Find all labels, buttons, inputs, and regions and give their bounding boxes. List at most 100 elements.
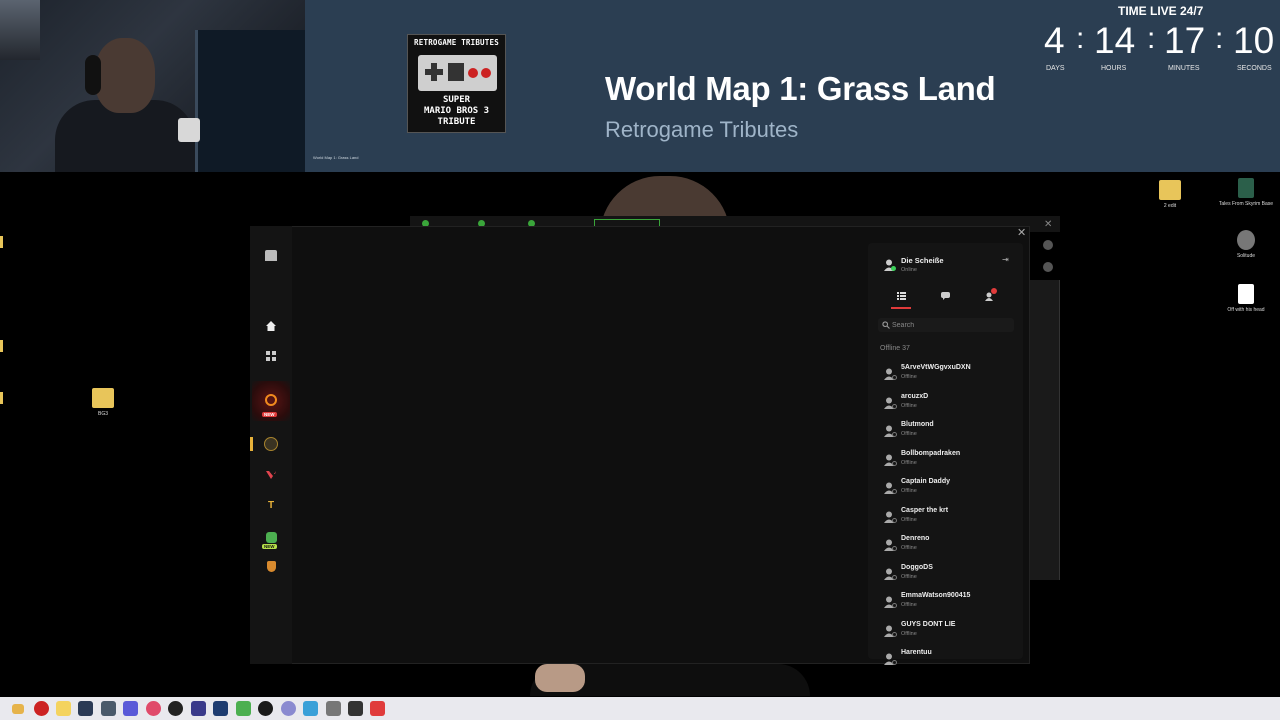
timer-days: 4 bbox=[1044, 20, 1065, 61]
collapse-panel-icon[interactable]: ⇥ bbox=[1002, 255, 1009, 264]
friend-status: Offline bbox=[901, 516, 917, 523]
friend-name: arcuzxD bbox=[901, 392, 929, 400]
folder-icon bbox=[92, 388, 114, 408]
background-close-icon[interactable]: ✕ bbox=[1044, 219, 1052, 230]
app-icon[interactable] bbox=[78, 701, 93, 716]
desktop-icon-partial[interactable] bbox=[0, 236, 3, 248]
settings-icon[interactable] bbox=[326, 701, 341, 716]
tab-friends-list[interactable] bbox=[894, 289, 908, 303]
desktop-icon-off-with-his-head[interactable]: Off with his head bbox=[1218, 284, 1274, 313]
app-icon[interactable] bbox=[34, 701, 49, 716]
webcam-feed bbox=[0, 0, 305, 172]
friend-name: GUYS DONT LIE bbox=[901, 620, 956, 628]
friends-search-box[interactable] bbox=[878, 318, 1014, 332]
friend-status: Offline bbox=[901, 545, 917, 551]
desktop-icon-partial[interactable] bbox=[0, 392, 3, 404]
desktop-icon-tales-from-skyrim[interactable]: Tales From Skyrim Base bbox=[1218, 178, 1274, 207]
tab-messages[interactable] bbox=[938, 289, 952, 303]
desktop-icon-solitude[interactable]: Solitude bbox=[1218, 230, 1274, 259]
riot-client-icon[interactable] bbox=[370, 701, 385, 716]
game-icon-shield[interactable] bbox=[262, 557, 280, 575]
app-icon[interactable] bbox=[258, 701, 273, 716]
headset-icon[interactable] bbox=[191, 701, 206, 716]
timer-hours-label: HOURS bbox=[1101, 65, 1127, 72]
friend-row[interactable]: Bollbompadraken Offline bbox=[878, 449, 1018, 473]
album-header: RETROGAME TRIBUTES bbox=[414, 38, 499, 47]
active-indicator bbox=[250, 437, 253, 451]
online-status-dot bbox=[891, 266, 896, 271]
game-icon-tft[interactable]: T bbox=[262, 496, 280, 514]
status-dot bbox=[892, 603, 897, 608]
game-icon-orange[interactable] bbox=[262, 391, 280, 409]
close-icon[interactable]: ✕ bbox=[1017, 226, 1026, 239]
status-dot bbox=[892, 660, 897, 665]
friend-status: Offline bbox=[901, 573, 917, 580]
background-help-icon[interactable] bbox=[1043, 240, 1053, 250]
user-status[interactable]: Online bbox=[901, 267, 917, 273]
app-icon[interactable] bbox=[303, 701, 318, 716]
app-icon[interactable] bbox=[123, 701, 138, 716]
status-dot bbox=[892, 489, 897, 494]
desktop-icon-2-edit[interactable]: 2 edit bbox=[1142, 180, 1198, 209]
friend-row[interactable]: EmmaWatson900415 Offline bbox=[878, 591, 1018, 615]
new-badge: NEW bbox=[262, 544, 277, 549]
file-icon bbox=[1238, 178, 1254, 198]
friend-status: Offline bbox=[901, 402, 917, 409]
status-dot bbox=[892, 403, 897, 409]
friend-row[interactable]: DoggoDS Offline bbox=[878, 563, 1018, 587]
app-icon[interactable] bbox=[101, 701, 116, 716]
app-icon[interactable] bbox=[236, 701, 251, 716]
game-icon-valorant[interactable] bbox=[262, 466, 280, 484]
desktop-icon-bg3[interactable]: BG3 bbox=[75, 388, 131, 417]
app-icon[interactable] bbox=[168, 701, 183, 716]
friend-row[interactable]: Denreno Offline bbox=[878, 534, 1018, 558]
folder-icon[interactable] bbox=[56, 701, 71, 716]
friend-name: DoggoDS bbox=[901, 563, 933, 571]
friend-row[interactable]: Harentuu bbox=[878, 648, 1018, 672]
timer-seconds-label: SECONDS bbox=[1237, 65, 1272, 72]
friend-row[interactable]: GUYS DONT LIE Offline bbox=[878, 620, 1018, 644]
desktop-icon-partial[interactable] bbox=[0, 340, 3, 352]
app-icon[interactable] bbox=[281, 701, 296, 716]
song-artist: Retrogame Tributes bbox=[605, 117, 799, 142]
pencil-icon[interactable] bbox=[12, 704, 24, 714]
home-icon[interactable] bbox=[262, 317, 280, 335]
search-icon bbox=[882, 321, 890, 329]
timer-separator: : bbox=[1215, 22, 1224, 55]
photoshop-icon[interactable] bbox=[213, 701, 228, 716]
status-dot bbox=[892, 574, 897, 580]
active-tab-underline bbox=[891, 307, 911, 309]
friend-row[interactable]: arcuzxD Offline bbox=[878, 392, 1018, 416]
webcam-monitor bbox=[195, 30, 305, 172]
friend-status: Offline bbox=[901, 488, 917, 494]
friend-name: Bollbompadraken bbox=[901, 449, 961, 457]
epic-games-icon[interactable] bbox=[348, 701, 363, 716]
game-icon-gold[interactable] bbox=[262, 435, 280, 453]
user-name[interactable]: Die Scheiße bbox=[901, 256, 944, 265]
friend-name: Blutmond bbox=[901, 421, 934, 428]
timer-separator: : bbox=[1076, 22, 1085, 55]
friend-name: Harentuu bbox=[901, 649, 932, 656]
friend-row[interactable]: Captain Daddy Offline bbox=[878, 477, 1018, 501]
library-icon[interactable] bbox=[262, 347, 280, 365]
friend-row[interactable]: 5ArveVtWGgvxuDXN Offline bbox=[878, 363, 1018, 387]
notification-badge bbox=[991, 288, 997, 294]
logo-icon[interactable] bbox=[262, 246, 280, 264]
background-help-icon[interactable] bbox=[1043, 262, 1053, 272]
start-icon[interactable] bbox=[0, 703, 10, 713]
opera-icon[interactable] bbox=[146, 701, 161, 716]
timer-separator: : bbox=[1147, 22, 1156, 55]
friend-name: EmmaWatson900415 bbox=[901, 592, 971, 599]
friend-name: Captain Daddy bbox=[901, 478, 951, 485]
search-input[interactable] bbox=[892, 318, 1010, 332]
friend-row[interactable]: Blutmond Offline bbox=[878, 420, 1018, 444]
song-title: World Map 1: Grass Land bbox=[605, 70, 996, 107]
friend-name: Casper the krt bbox=[901, 506, 949, 514]
offline-section-header[interactable]: Offline 37 bbox=[880, 345, 910, 352]
timer-days-label: DAYS bbox=[1046, 65, 1065, 72]
new-badge: NEW bbox=[262, 412, 277, 417]
status-dot bbox=[892, 460, 897, 466]
webcam-background bbox=[0, 0, 40, 60]
friend-row[interactable]: Casper the krt Offline bbox=[878, 506, 1018, 530]
friend-status: Offline bbox=[901, 459, 917, 466]
